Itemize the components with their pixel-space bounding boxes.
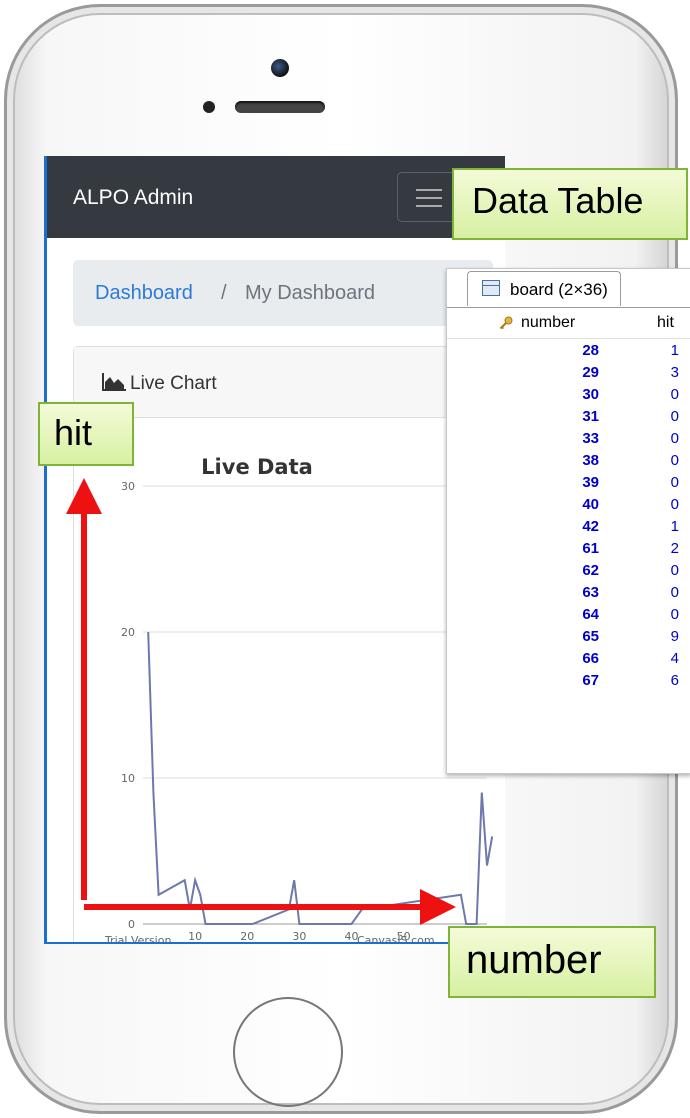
callout-data-table: Data Table: [452, 168, 688, 240]
callout-number: number: [448, 926, 656, 998]
callout-hit: hit: [38, 402, 134, 466]
